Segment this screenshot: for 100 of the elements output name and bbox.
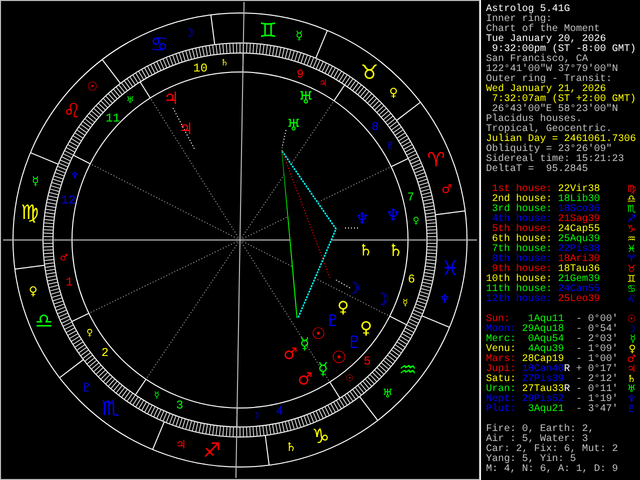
planet-position: 3Aqu21: [526, 405, 564, 415]
ruler-glyph: ♀: [389, 85, 398, 100]
planet-glyph: ☉: [627, 315, 636, 325]
sign-glyph: ♊: [627, 275, 636, 285]
sign-glyph: ♋: [627, 285, 636, 295]
planet-offset: - 2°03': [576, 335, 618, 345]
info-line: 122°41'00"W 37°79'00"N: [486, 65, 618, 75]
planet-position: 0Aqu54: [526, 335, 564, 345]
planet-glyph: ♄: [358, 240, 373, 260]
planet-name: Uran:: [486, 385, 516, 395]
info-line: Julian Day = 2461061.7306: [486, 135, 636, 145]
planet-position: 29Pis52: [520, 395, 564, 405]
planet-glyph: ☉: [311, 324, 326, 343]
ruler-glyph: ☿: [296, 28, 303, 42]
planet-glyph: ♃: [164, 88, 179, 109]
planet-name: Moon:: [486, 325, 516, 335]
info-line: Obliquity = 23°26'09": [486, 145, 612, 155]
house-label: 5th house:: [490, 225, 552, 235]
ruler-glyph: ☿: [154, 391, 160, 402]
house-cusp: 25Aqu39: [558, 235, 600, 245]
house-cusp: 25Leo39: [558, 295, 600, 305]
info-line: San Francisco, CA: [486, 55, 588, 65]
planet-offset: - 0°11': [576, 385, 618, 395]
zodiac-sign-glyph: ♒: [398, 357, 417, 382]
ruler-glyph: ♅: [382, 386, 393, 401]
house-number: 11: [106, 111, 120, 126]
info-line: Wed January 21, 2026: [486, 85, 606, 95]
house-label: 8th house:: [490, 255, 552, 265]
house-number: 3: [176, 398, 184, 412]
zodiac-sign-glyph: ♈: [427, 147, 446, 172]
ruler-glyph: ♇: [386, 142, 394, 152]
planet-glyph: ☽: [627, 325, 636, 335]
sign-glyph: ♐: [627, 215, 636, 225]
zodiac-sign-glyph: ♓: [441, 256, 460, 280]
info-line: Tue January 20, 2026: [486, 35, 606, 45]
house-label: 11th house:: [486, 285, 552, 295]
planet-glyph: ♅: [627, 385, 636, 395]
sign-glyph: ♑: [627, 225, 636, 235]
info-line: Astrolog 5.41G: [486, 5, 570, 15]
house-cusp: 18Lib30: [558, 195, 600, 205]
ruler-glyph: ♄: [220, 58, 229, 69]
sign-glyph: ♉: [627, 265, 636, 275]
house-label: 4th house:: [490, 215, 552, 225]
planet-offset: - 0°54': [576, 325, 618, 335]
house-number: 9: [296, 68, 304, 82]
planet-glyph: ♄: [388, 240, 404, 261]
house-number: 4: [276, 404, 284, 418]
house-label: 7th house:: [490, 245, 552, 255]
ruler-glyph: ♀: [28, 284, 38, 298]
sign-glyph: ♓: [627, 245, 636, 255]
planet-glyph: ♂: [283, 344, 298, 363]
planet-position: 18Can40: [520, 365, 564, 375]
info-line: 9:32:00pm (ST -8:00 GMT): [492, 45, 636, 55]
planet-glyph: ♀: [337, 298, 350, 316]
info-line: 26°43'00"E 58°23'00"N: [492, 105, 618, 115]
planet-name: Venu:: [486, 345, 516, 355]
planet-position: 27Tau33: [520, 385, 564, 395]
planet-glyph: ☿: [318, 360, 328, 380]
ruler-glyph: ☿: [32, 174, 40, 188]
house-cusp: 18Sco36: [558, 205, 600, 215]
zodiac-sign-glyph: ♊: [259, 18, 278, 42]
zodiac-sign-glyph: ♋: [150, 32, 168, 56]
ruler-glyph: ☉: [87, 79, 98, 94]
planet-offset: - 1°19': [576, 395, 618, 405]
planet-glyph: ☿: [300, 334, 310, 353]
zodiac-sign-glyph: ♍: [20, 200, 39, 224]
ruler-glyph: ☽: [251, 411, 260, 422]
info-line: 7:32:07am (ST +2:00 GMT): [491, 95, 636, 105]
planet-glyph: ♀: [628, 345, 636, 355]
planet-glyph: ♀: [360, 318, 372, 338]
planet-glyph: ♇: [346, 333, 362, 354]
planet-name: Mars:: [486, 355, 516, 365]
house-label: 1st house:: [490, 185, 552, 195]
house-number: 6: [408, 272, 416, 287]
planet-position: 1Aqu11: [528, 315, 564, 325]
ruler-glyph: ♃: [175, 438, 186, 452]
ruler-glyph: ♂: [441, 182, 452, 196]
info-line: Inner ring:: [486, 15, 552, 25]
planet-position: 27Pis39: [520, 375, 564, 385]
ruler-glyph: ♃: [319, 78, 328, 89]
info-line: Tropical, Geocentric.: [486, 125, 612, 135]
house-label: 3rd house:: [490, 205, 552, 215]
planet-glyph: ☉: [331, 348, 347, 368]
house-label: 6th house:: [490, 235, 552, 245]
ruler-glyph: ♆: [439, 292, 450, 306]
planet-offset: + 0°17': [576, 365, 618, 375]
summary-line: Car: 2, Fix: 6, Mut: 2: [486, 445, 618, 455]
house-cusp: 18Ari30: [558, 255, 600, 265]
house-cusp: 22Vir38: [558, 185, 600, 195]
house-cusp: 22Pis38: [558, 245, 600, 255]
planet-glyph: ♆: [385, 206, 401, 226]
ruler-glyph: ☉: [346, 374, 354, 384]
planet-glyph: ♆: [354, 208, 370, 228]
planet-offset: - 1°00': [576, 355, 618, 365]
ruler-glyph: ☽: [184, 26, 194, 40]
planet-glyph: ♅: [298, 88, 314, 109]
house-cusp: 18Tau36: [558, 265, 600, 275]
info-line: Sidereal time: 15:21:23: [486, 155, 624, 165]
planet-offset: - 3°47': [576, 405, 618, 415]
info-line: DeltaT = 95.2845: [486, 165, 588, 175]
